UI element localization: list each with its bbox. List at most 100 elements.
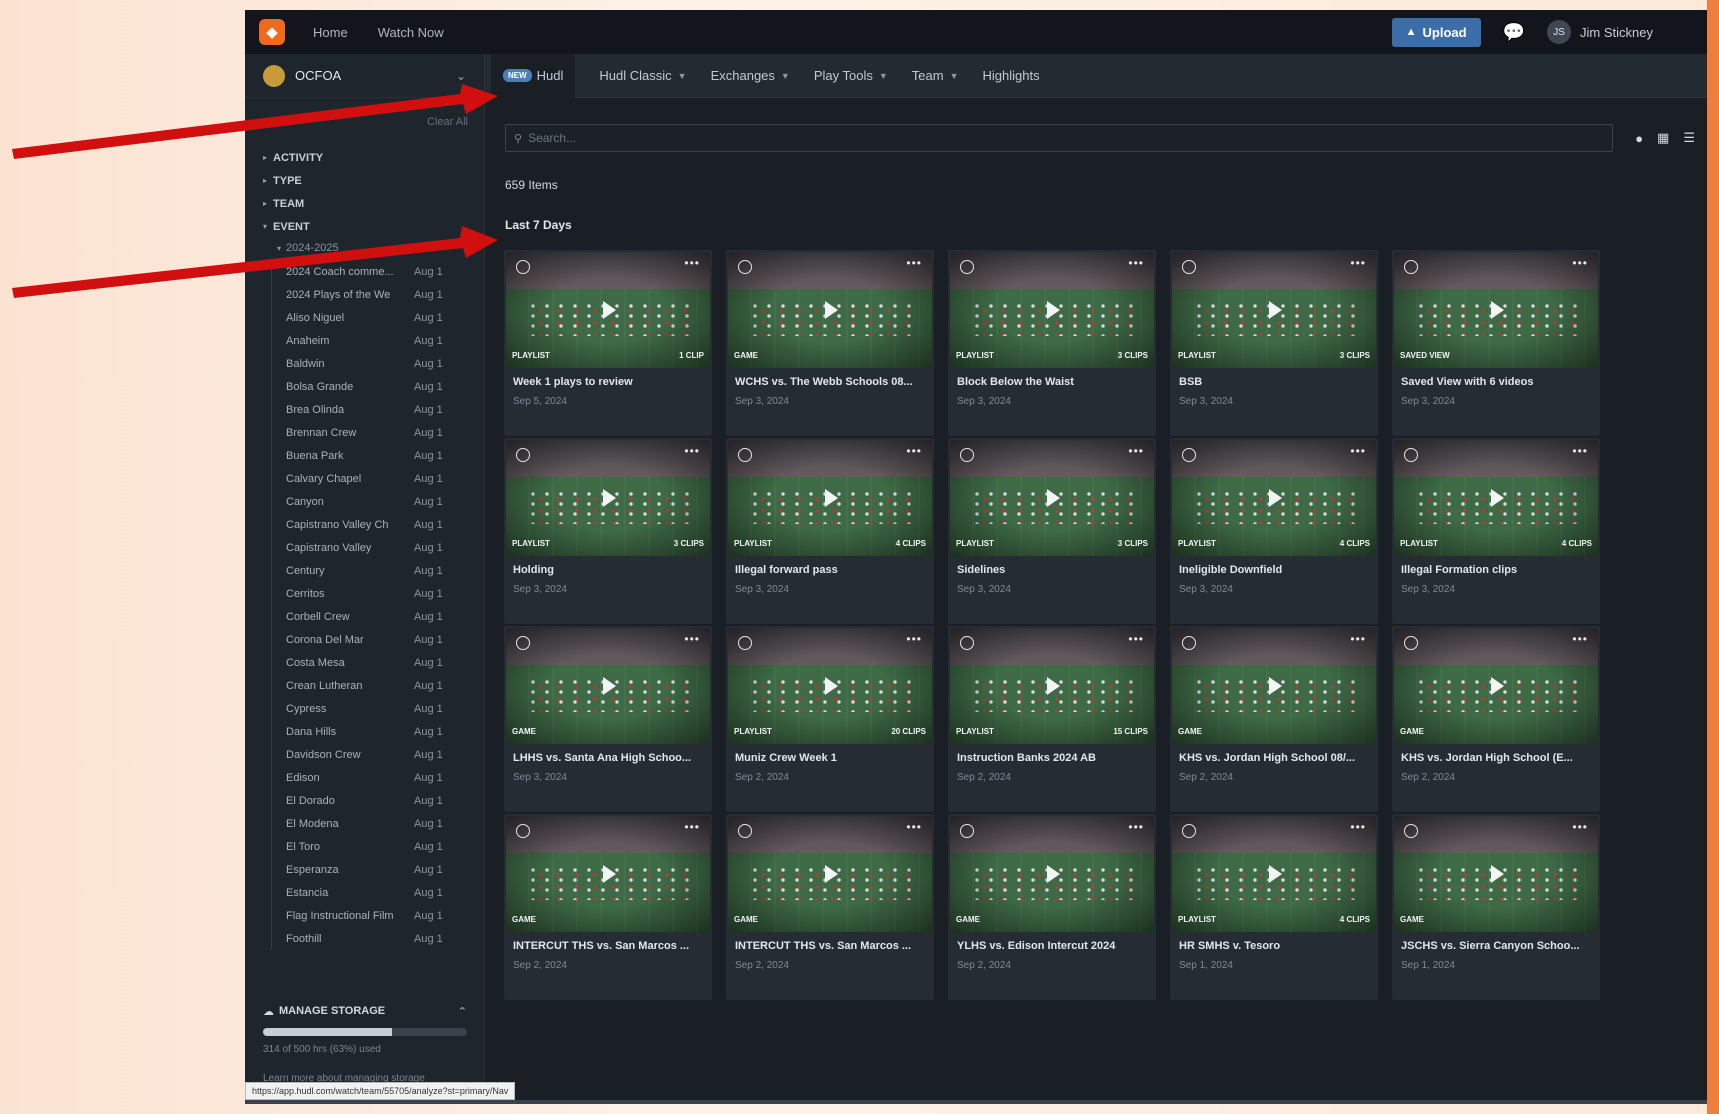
video-card[interactable]: ••• GAME JSCHS vs. Sierra Canyon Schoo... S… [1392,814,1600,1000]
video-card[interactable]: ••• PLAYLIST 3 CLIPS Holding Sep 3, 2024 [504,438,712,624]
more-options-icon[interactable]: ••• [1128,820,1144,834]
list-item[interactable]: Estancia Aug 1 [286,881,471,904]
video-thumbnail[interactable]: ••• GAME [1394,816,1598,932]
card-title[interactable]: WCHS vs. The Webb Schools 08... [735,376,927,388]
list-item[interactable]: Buena Park Aug 1 [286,444,471,467]
chat-icon[interactable]: 💬 [1503,22,1525,43]
clear-all-link[interactable]: Clear All [427,116,468,128]
tab-hudl[interactable]: NEW Hudl [491,53,576,98]
horizontal-scrollbar[interactable] [245,1100,1707,1104]
video-thumbnail[interactable]: ••• PLAYLIST 4 CLIPS [1172,440,1376,556]
select-checkbox-icon[interactable] [960,824,974,838]
more-options-icon[interactable]: ••• [1572,632,1588,646]
more-options-icon[interactable]: ••• [1350,632,1366,646]
grid-view-icon[interactable]: ▦ [1657,130,1669,146]
filter-activity[interactable]: ▸ ACTIVITY [263,146,473,169]
video-thumbnail[interactable]: ••• SAVED VIEW [1394,252,1598,368]
select-checkbox-icon[interactable] [516,636,530,650]
list-item[interactable]: Anaheim Aug 1 [286,329,471,352]
video-card[interactable]: ••• PLAYLIST 4 CLIPS Ineligible Downfield Se… [1170,438,1378,624]
select-checkbox-icon[interactable] [1404,824,1418,838]
card-title[interactable]: INTERCUT THS vs. San Marcos ... [735,940,927,952]
list-item[interactable]: Century Aug 1 [286,559,471,582]
more-options-icon[interactable]: ••• [1128,632,1144,646]
card-title[interactable]: HR SMHS v. Tesoro [1179,940,1371,952]
video-thumbnail[interactable]: ••• GAME [1394,628,1598,744]
video-thumbnail[interactable]: ••• GAME [506,628,710,744]
video-card[interactable]: ••• GAME INTERCUT THS vs. San Marcos ... Se… [504,814,712,1000]
card-title[interactable]: INTERCUT THS vs. San Marcos ... [513,940,705,952]
video-thumbnail[interactable]: ••• GAME [1172,628,1376,744]
list-item[interactable]: Flag Instructional Film Aug 1 [286,904,471,927]
video-thumbnail[interactable]: ••• PLAYLIST 4 CLIPS [728,440,932,556]
list-item[interactable]: 2024 Plays of the We Aug 1 [286,283,471,306]
list-item[interactable]: Dana Hills Aug 1 [286,720,471,743]
video-thumbnail[interactable]: ••• PLAYLIST 4 CLIPS [1394,440,1598,556]
card-title[interactable]: KHS vs. Jordan High School 08/... [1179,752,1371,764]
video-card[interactable]: ••• GAME LHHS vs. Santa Ana High Schoo... S… [504,626,712,812]
play-icon[interactable] [1047,865,1060,883]
card-title[interactable]: Sidelines [957,564,1149,576]
list-item[interactable]: Brennan Crew Aug 1 [286,421,471,444]
play-icon[interactable] [1269,865,1282,883]
video-thumbnail[interactable]: ••• PLAYLIST 1 CLIP [506,252,710,368]
list-item[interactable]: Costa Mesa Aug 1 [286,651,471,674]
more-options-icon[interactable]: ••• [906,632,922,646]
select-checkbox-icon[interactable] [738,824,752,838]
card-title[interactable]: Instruction Banks 2024 AB [957,752,1149,764]
select-checkbox-icon[interactable] [516,824,530,838]
play-icon[interactable] [825,489,838,507]
card-title[interactable]: Week 1 plays to review [513,376,705,388]
video-card[interactable]: ••• GAME YLHS vs. Edison Intercut 2024 Sep … [948,814,1156,1000]
play-icon[interactable] [825,865,838,883]
list-item[interactable]: Capistrano Valley Aug 1 [286,536,471,559]
select-checkbox-icon[interactable] [516,260,530,274]
video-card[interactable]: ••• PLAYLIST 4 CLIPS HR SMHS v. Tesoro Sep 1… [1170,814,1378,1000]
more-options-icon[interactable]: ••• [684,632,700,646]
more-options-icon[interactable]: ••• [1128,444,1144,458]
more-options-icon[interactable]: ••• [684,820,700,834]
card-title[interactable]: KHS vs. Jordan High School (E... [1401,752,1593,764]
list-view-icon[interactable]: ☰ [1683,130,1695,146]
select-checkbox-icon[interactable] [1182,448,1196,462]
video-card[interactable]: ••• GAME KHS vs. Jordan High School 08/...… [1170,626,1378,812]
video-thumbnail[interactable]: ••• PLAYLIST 3 CLIPS [506,440,710,556]
season-group[interactable]: ▾ 2024-2025 [263,238,473,258]
list-item[interactable]: Foothill Aug 1 [286,927,471,950]
video-thumbnail[interactable]: ••• GAME [728,816,932,932]
tab-exchanges[interactable]: Exchanges ▼ [711,54,790,98]
video-card[interactable]: ••• PLAYLIST 1 CLIP Week 1 plays to review S… [504,250,712,436]
card-title[interactable]: Saved View with 6 videos [1401,376,1593,388]
video-card[interactable]: ••• PLAYLIST 3 CLIPS BSB Sep 3, 2024 [1170,250,1378,436]
play-icon[interactable] [603,677,616,695]
video-card[interactable]: ••• PLAYLIST 15 CLIPS Instruction Banks 202… [948,626,1156,812]
list-item[interactable]: 2024 Coach comme... Aug 1 [286,260,471,283]
video-thumbnail[interactable]: ••• PLAYLIST 3 CLIPS [950,440,1154,556]
list-item[interactable]: Baldwin Aug 1 [286,352,471,375]
team-selector[interactable]: OCFOA ⌄ [245,54,484,98]
list-item[interactable]: Cerritos Aug 1 [286,582,471,605]
video-thumbnail[interactable]: ••• GAME [950,816,1154,932]
tab-team[interactable]: Team ▼ [912,54,959,98]
play-icon[interactable] [603,865,616,883]
search-input[interactable] [528,131,1589,145]
select-checkbox-icon[interactable] [738,636,752,650]
play-icon[interactable] [1269,677,1282,695]
video-thumbnail[interactable]: ••• GAME [728,252,932,368]
card-title[interactable]: YLHS vs. Edison Intercut 2024 [957,940,1149,952]
filter-team[interactable]: ▸ TEAM [263,192,473,215]
play-icon[interactable] [825,301,838,319]
filter-type[interactable]: ▸ TYPE [263,169,473,192]
play-icon[interactable] [1047,677,1060,695]
user-name[interactable]: Jim Stickney [1580,25,1653,40]
more-options-icon[interactable]: ••• [1572,256,1588,270]
card-title[interactable]: BSB [1179,376,1371,388]
video-thumbnail[interactable]: ••• PLAYLIST 3 CLIPS [950,252,1154,368]
nav-link-home[interactable]: Home [313,25,348,40]
select-checkbox-icon[interactable] [1404,260,1418,274]
select-checkbox-icon[interactable] [1404,448,1418,462]
tab-highlights[interactable]: Highlights [983,54,1040,98]
search-box[interactable]: ⚲ [505,124,1613,152]
list-item[interactable]: Crean Lutheran Aug 1 [286,674,471,697]
list-item[interactable]: Calvary Chapel Aug 1 [286,467,471,490]
